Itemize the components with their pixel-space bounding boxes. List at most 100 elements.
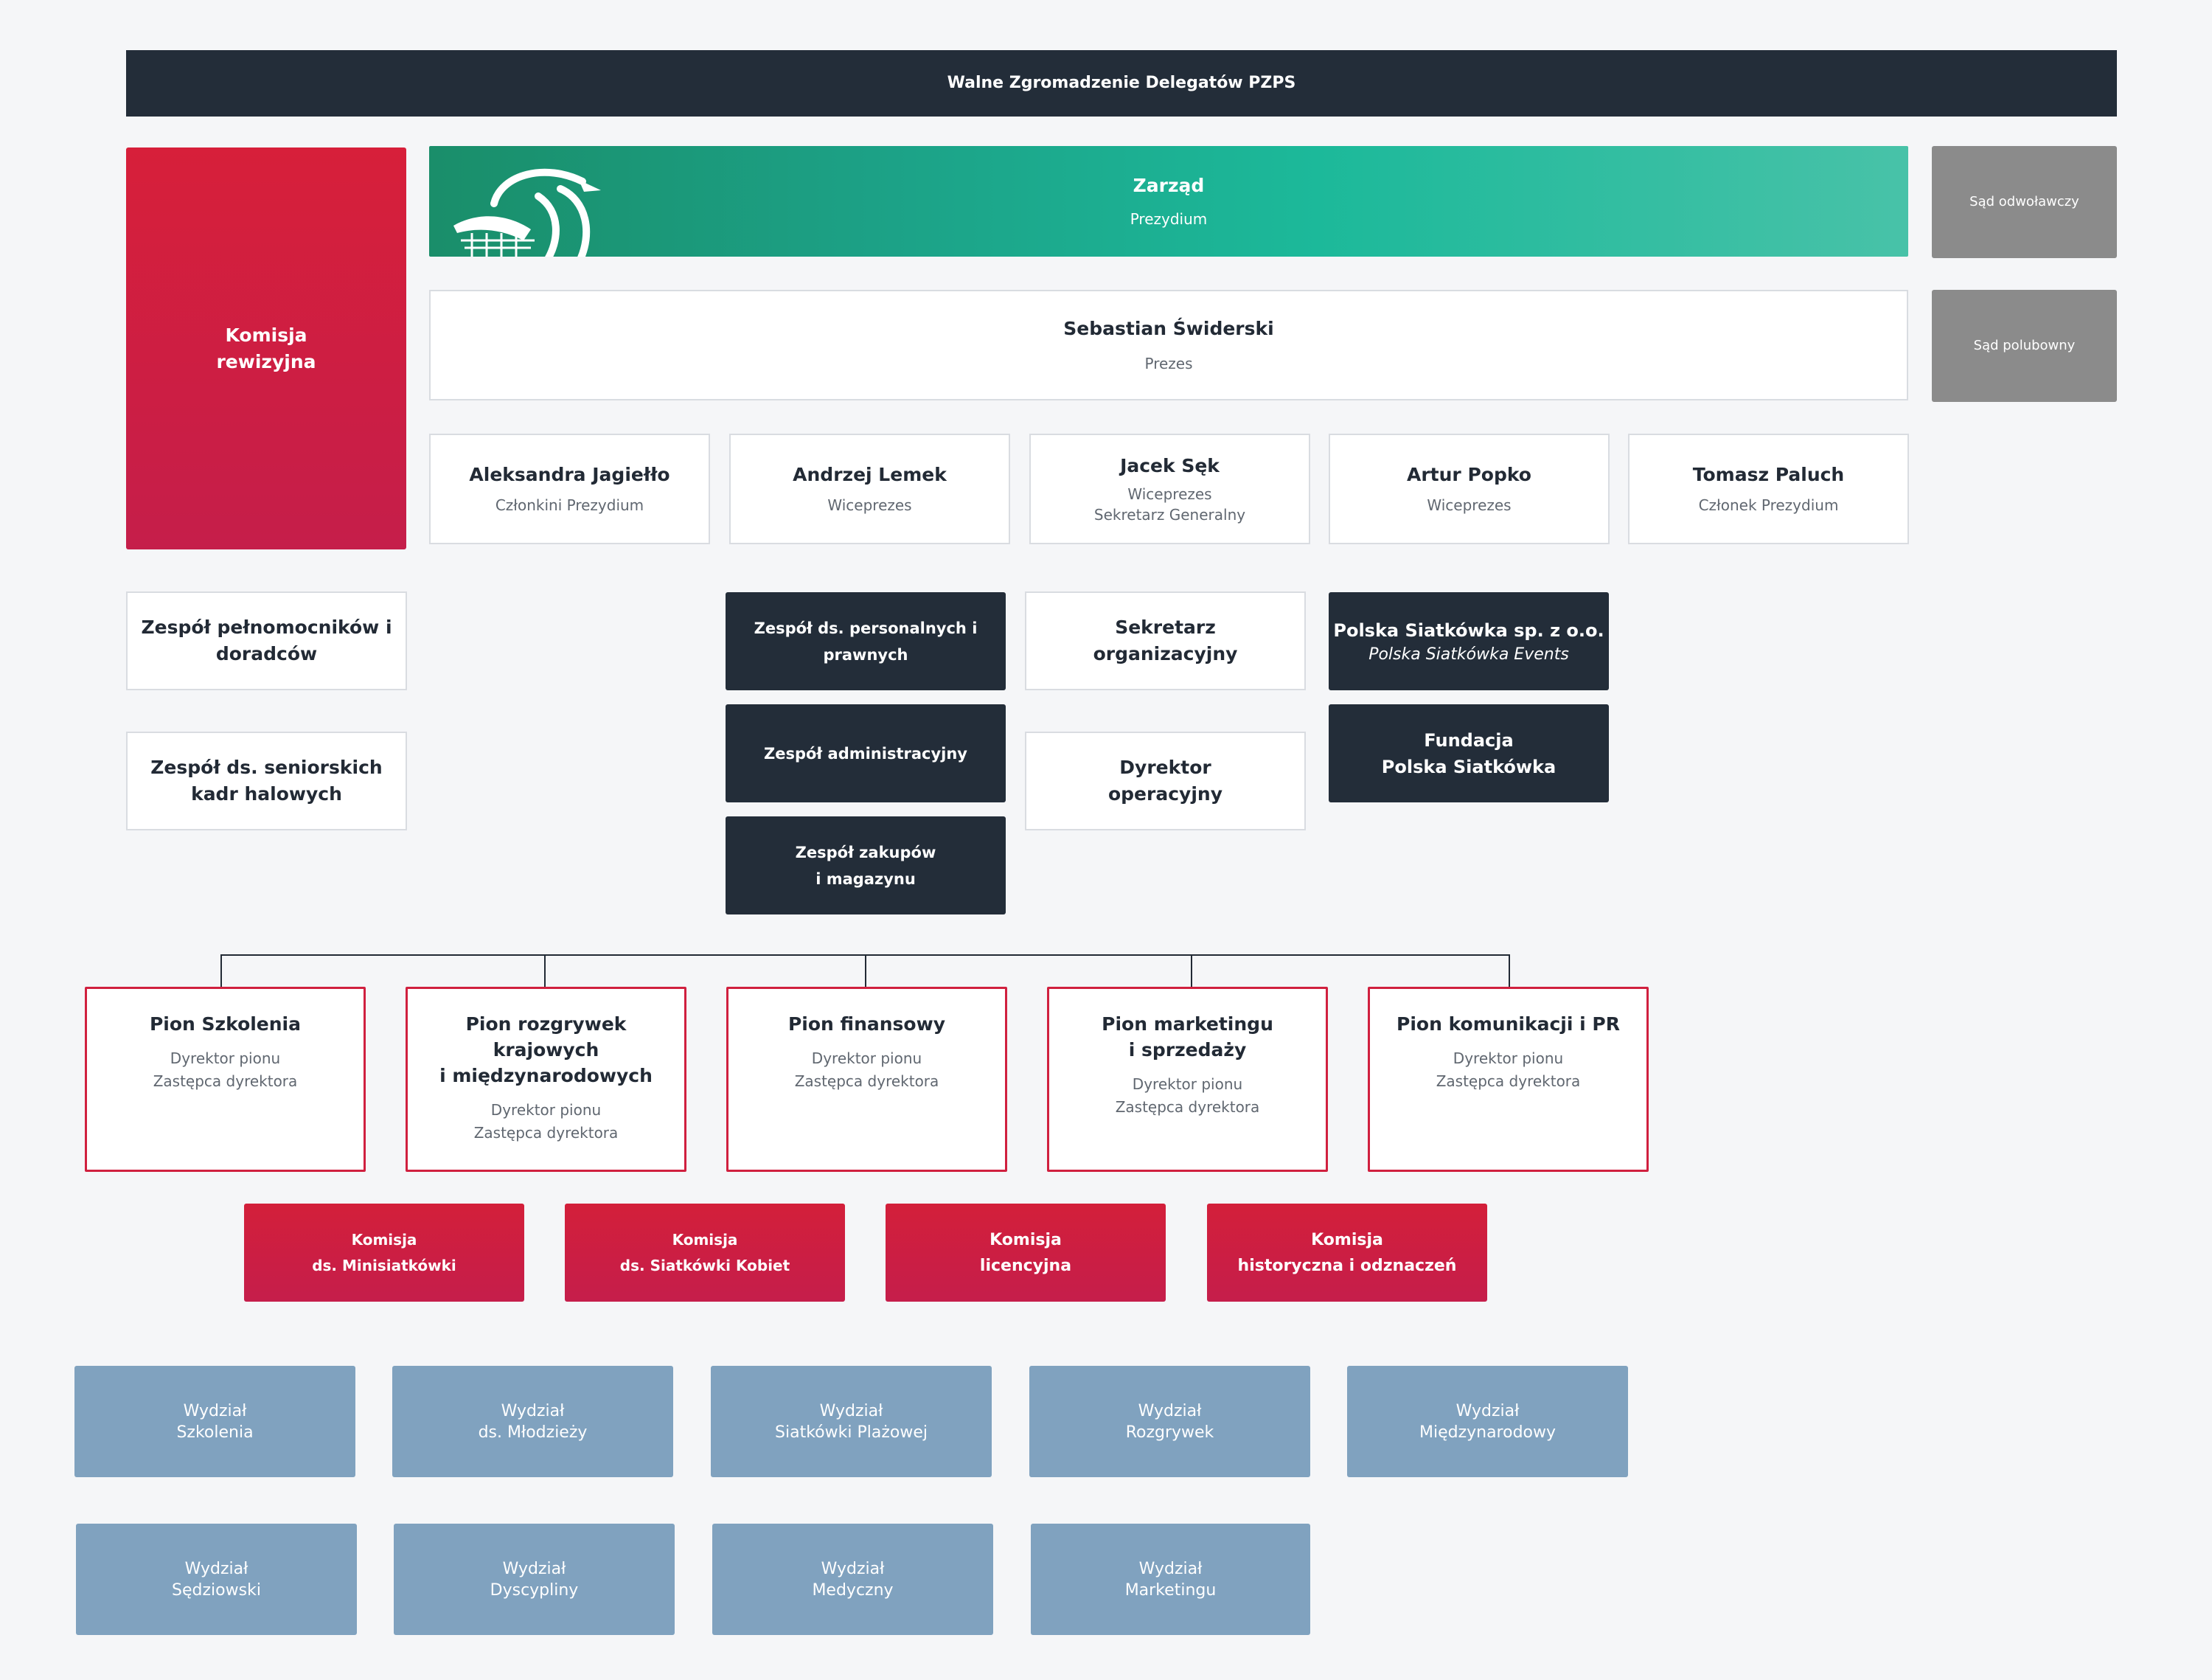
- pion-competitions-box: Pion rozgrywek krajowych i międzynarodow…: [406, 987, 686, 1172]
- pion-director: Dyrektor pionu: [1132, 1075, 1243, 1093]
- pion-title-line2: krajowych: [493, 1039, 599, 1061]
- commission-line2: licencyjna: [979, 1256, 1072, 1275]
- department-referees-box: Wydział Sędziowski: [76, 1524, 357, 1635]
- pion-deputy: Zastępca dyrektora: [1115, 1098, 1260, 1116]
- department-line2: Rozgrywek: [1125, 1423, 1214, 1442]
- director-line1: Dyrektor: [1119, 757, 1211, 778]
- pion-communication-box: Pion komunikacji i PR Dyrektor pionu Zas…: [1368, 987, 1649, 1172]
- connector-vertical-line: [220, 954, 222, 987]
- arbitration-court-label: Sąd polubowny: [1973, 338, 2076, 353]
- appeal-court-box: Sąd odwoławczy: [1932, 146, 2117, 258]
- commission-minivolley-box: Komisja ds. Minisiatkówki: [244, 1204, 524, 1302]
- member-name: Artur Popko: [1407, 464, 1531, 485]
- department-line2: Dyscypliny: [490, 1580, 579, 1600]
- company-name: Polska Siatkówka sp. z o.o.: [1333, 619, 1604, 641]
- foundation-line1: Fundacja: [1424, 729, 1514, 751]
- connector-vertical-line: [865, 954, 866, 987]
- department-line2: Siatkówki Plażowej: [775, 1423, 928, 1442]
- audit-committee-box: Komisja rewizyjna: [126, 147, 406, 549]
- department-youth-box: Wydział ds. Młodzieży: [392, 1366, 673, 1477]
- member-role: Członkini Prezydium: [495, 496, 644, 514]
- member-role: Wiceprezes: [827, 496, 912, 514]
- pion-title: Pion Szkolenia: [149, 1013, 302, 1035]
- audit-committee-line1: Komisja: [225, 324, 307, 346]
- department-line1: Wydział: [183, 1401, 247, 1420]
- department-training-box: Wydział Szkolenia: [74, 1366, 355, 1477]
- pion-director: Dyrektor pionu: [170, 1049, 281, 1067]
- pion-deputy: Zastępca dyrektora: [794, 1072, 939, 1090]
- arbitration-court-box: Sąd polubowny: [1932, 290, 2117, 402]
- pion-title-line2: i sprzedaży: [1128, 1039, 1247, 1061]
- commission-line1: Komisja: [990, 1230, 1062, 1249]
- commission-line2: ds. Minisiatkówki: [312, 1256, 456, 1274]
- member-name: Jacek Sęk: [1120, 455, 1220, 476]
- team-line1: Zespół zakupów: [795, 843, 936, 861]
- administrative-team-box: Zespół administracyjny: [726, 704, 1006, 802]
- commission-line1: Komisja: [672, 1230, 738, 1249]
- general-assembly-title: Walne Zgromadzenie Delegatów PZPS: [947, 74, 1296, 92]
- pion-deputy: Zastępca dyrektora: [1436, 1072, 1581, 1090]
- procurement-team-box: Zespół zakupów i magazynu: [726, 816, 1006, 914]
- department-line1: Wydział: [501, 1401, 565, 1420]
- senior-staff-team-box: Zespół ds. seniorskich kadr halowych: [126, 732, 407, 830]
- team-line2: prawnych: [823, 645, 908, 664]
- commission-line1: Komisja: [1311, 1230, 1383, 1249]
- secretary-line2: organizacyjny: [1093, 643, 1238, 664]
- member-box-popko: Artur Popko Wiceprezes: [1329, 434, 1610, 544]
- foundation-box: Fundacja Polska Siatkówka: [1329, 704, 1609, 802]
- board-box: Zarząd Prezydium: [429, 146, 1908, 257]
- polska-siatkowka-company-box: Polska Siatkówka sp. z o.o. Polska Siatk…: [1329, 592, 1609, 690]
- pzps-eagle-logo-icon: [453, 168, 601, 257]
- pion-deputy: Zastępca dyrektora: [473, 1124, 619, 1142]
- pion-training-box: Pion Szkolenia Dyrektor pionu Zastępca d…: [85, 987, 366, 1172]
- department-line1: Wydział: [1138, 1401, 1202, 1420]
- department-marketing-box: Wydział Marketingu: [1031, 1524, 1310, 1635]
- team-line2: i magazynu: [815, 869, 916, 888]
- department-line1: Wydział: [1455, 1401, 1520, 1420]
- president-box: Sebastian Świderski Prezes: [429, 290, 1908, 400]
- commission-women-box: Komisja ds. Siatkówki Kobiet: [565, 1204, 845, 1302]
- department-line1: Wydział: [821, 1559, 885, 1578]
- member-box-lemek: Andrzej Lemek Wiceprezes: [729, 434, 1010, 544]
- appeal-court-label: Sąd odwoławczy: [1969, 194, 2079, 209]
- member-role: Wiceprezes: [1127, 485, 1212, 503]
- president-name: Sebastian Świderski: [1063, 318, 1274, 339]
- president-role: Prezes: [1144, 355, 1193, 372]
- connector-vertical-line: [1509, 954, 1510, 987]
- pion-title: Pion finansowy: [787, 1013, 945, 1035]
- organizational-secretary-box: Sekretarz organizacyjny: [1025, 591, 1306, 690]
- pion-deputy: Zastępca dyrektora: [153, 1072, 298, 1090]
- pion-title-line3: i międzynarodowych: [439, 1065, 653, 1086]
- general-assembly-header: Walne Zgromadzenie Delegatów PZPS: [126, 50, 2117, 117]
- member-role: Członek Prezydium: [1698, 496, 1839, 514]
- department-beach-volley-box: Wydział Siatkówki Plażowej: [711, 1366, 992, 1477]
- board-subtitle: Prezydium: [1130, 210, 1208, 228]
- member-box-paluch: Tomasz Paluch Członek Prezydium: [1628, 434, 1909, 544]
- team-line2: kadr halowych: [191, 783, 342, 805]
- member-box-jagiello: Aleksandra Jagiełło Członkini Prezydium: [429, 434, 710, 544]
- team-line1: Zespół administracyjny: [763, 744, 967, 763]
- department-discipline-box: Wydział Dyscypliny: [394, 1524, 675, 1635]
- department-line1: Wydział: [1138, 1559, 1203, 1578]
- department-line2: ds. Młodzieży: [478, 1423, 588, 1442]
- department-line2: Szkolenia: [176, 1423, 254, 1442]
- connector-vertical-line: [1191, 954, 1192, 987]
- foundation-line2: Polska Siatkówka: [1381, 756, 1557, 777]
- advisors-team-box: Zespół pełnomocników i doradców: [126, 591, 407, 690]
- commission-line1: Komisja: [351, 1230, 417, 1249]
- member-box-sek: Jacek Sęk Wiceprezes Sekretarz Generalny: [1029, 434, 1310, 544]
- member-role: Wiceprezes: [1427, 496, 1512, 514]
- commission-licensing-box: Komisja licencyjna: [886, 1204, 1166, 1302]
- department-line2: Medyczny: [812, 1580, 894, 1600]
- member-role-secondary: Sekretarz Generalny: [1093, 506, 1246, 524]
- team-line1: Zespół ds. seniorskich: [150, 757, 383, 778]
- commission-line2: historyczna i odznaczeń: [1237, 1256, 1457, 1275]
- operations-director-box: Dyrektor operacyjny: [1025, 732, 1306, 830]
- connector-vertical-line: [544, 954, 546, 987]
- director-line2: operacyjny: [1107, 783, 1222, 805]
- department-medical-box: Wydział Medyczny: [712, 1524, 993, 1635]
- pion-director: Dyrektor pionu: [1453, 1049, 1564, 1067]
- personnel-legal-team-box: Zespół ds. personalnych i prawnych: [726, 592, 1006, 690]
- department-line2: Międzynarodowy: [1419, 1423, 1557, 1442]
- department-line1: Wydział: [819, 1401, 883, 1420]
